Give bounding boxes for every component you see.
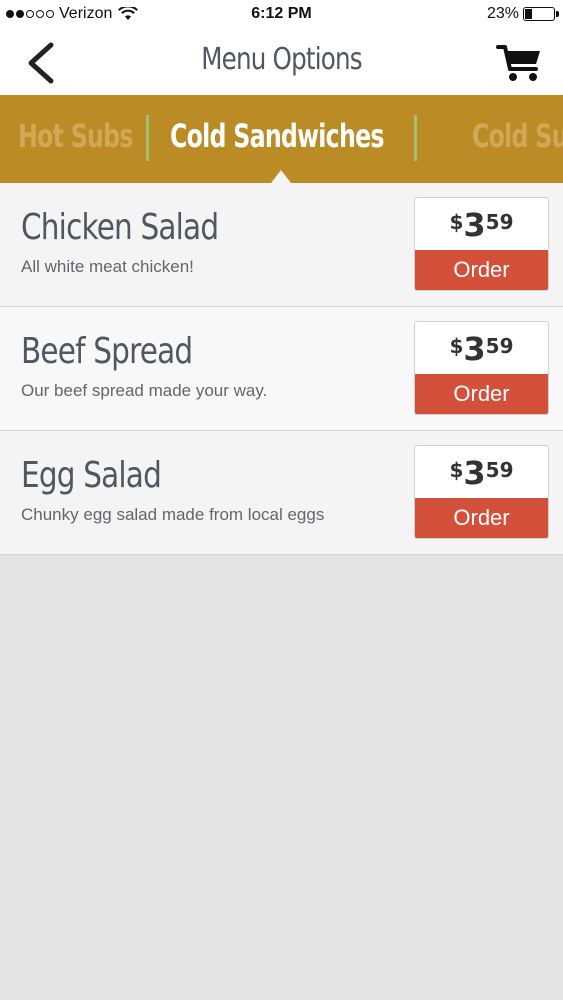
active-tab-indicator [271, 170, 291, 183]
menu-list: Chicken Salad All white meat chicken! $3… [0, 183, 563, 555]
menu-item-egg-salad[interactable]: Egg Salad Chunky egg salad made from loc… [0, 431, 563, 555]
item-name: Beef Spread [21, 331, 193, 372]
status-bar: Verizon 6:12 PM 23% [0, 0, 563, 28]
nav-bar: Menu Options [0, 28, 563, 95]
order-button[interactable]: Order [415, 374, 548, 414]
battery-icon [523, 7, 559, 21]
menu-item-chicken-salad[interactable]: Chicken Salad All white meat chicken! $3… [0, 183, 563, 307]
status-right: 23% [486, 5, 559, 23]
item-price: $359 [449, 330, 514, 368]
price-box: $359 Order [414, 321, 549, 415]
item-description: Our beef spread made your way. [21, 381, 268, 400]
item-description: Chunky egg salad made from local eggs [21, 505, 325, 524]
menu-item-beef-spread[interactable]: Beef Spread Our beef spread made your wa… [0, 307, 563, 431]
price-box: $359 Order [414, 197, 549, 291]
item-name: Egg Salad [21, 455, 162, 496]
order-button[interactable]: Order [415, 250, 548, 290]
tab-hot-subs[interactable]: Hot Subs [18, 117, 133, 155]
tab-divider [414, 115, 417, 161]
cart-button[interactable] [495, 40, 545, 86]
item-description: All white meat chicken! [21, 257, 194, 276]
price-box: $359 Order [414, 445, 549, 539]
page-title: Menu Options [201, 42, 362, 77]
tab-cold-sandwiches[interactable]: Cold Sandwiches [170, 117, 384, 155]
item-price: $359 [449, 454, 514, 492]
order-button[interactable]: Order [415, 498, 548, 538]
status-time: 6:12 PM [251, 5, 312, 22]
tab-divider [146, 115, 149, 161]
cart-icon [496, 45, 540, 81]
tab-cold-subs[interactable]: Cold Subs [472, 117, 563, 155]
battery-percent: 23% [486, 5, 519, 22]
item-price: $359 [449, 206, 514, 244]
item-name: Chicken Salad [21, 207, 219, 248]
battery-fill [525, 9, 532, 19]
